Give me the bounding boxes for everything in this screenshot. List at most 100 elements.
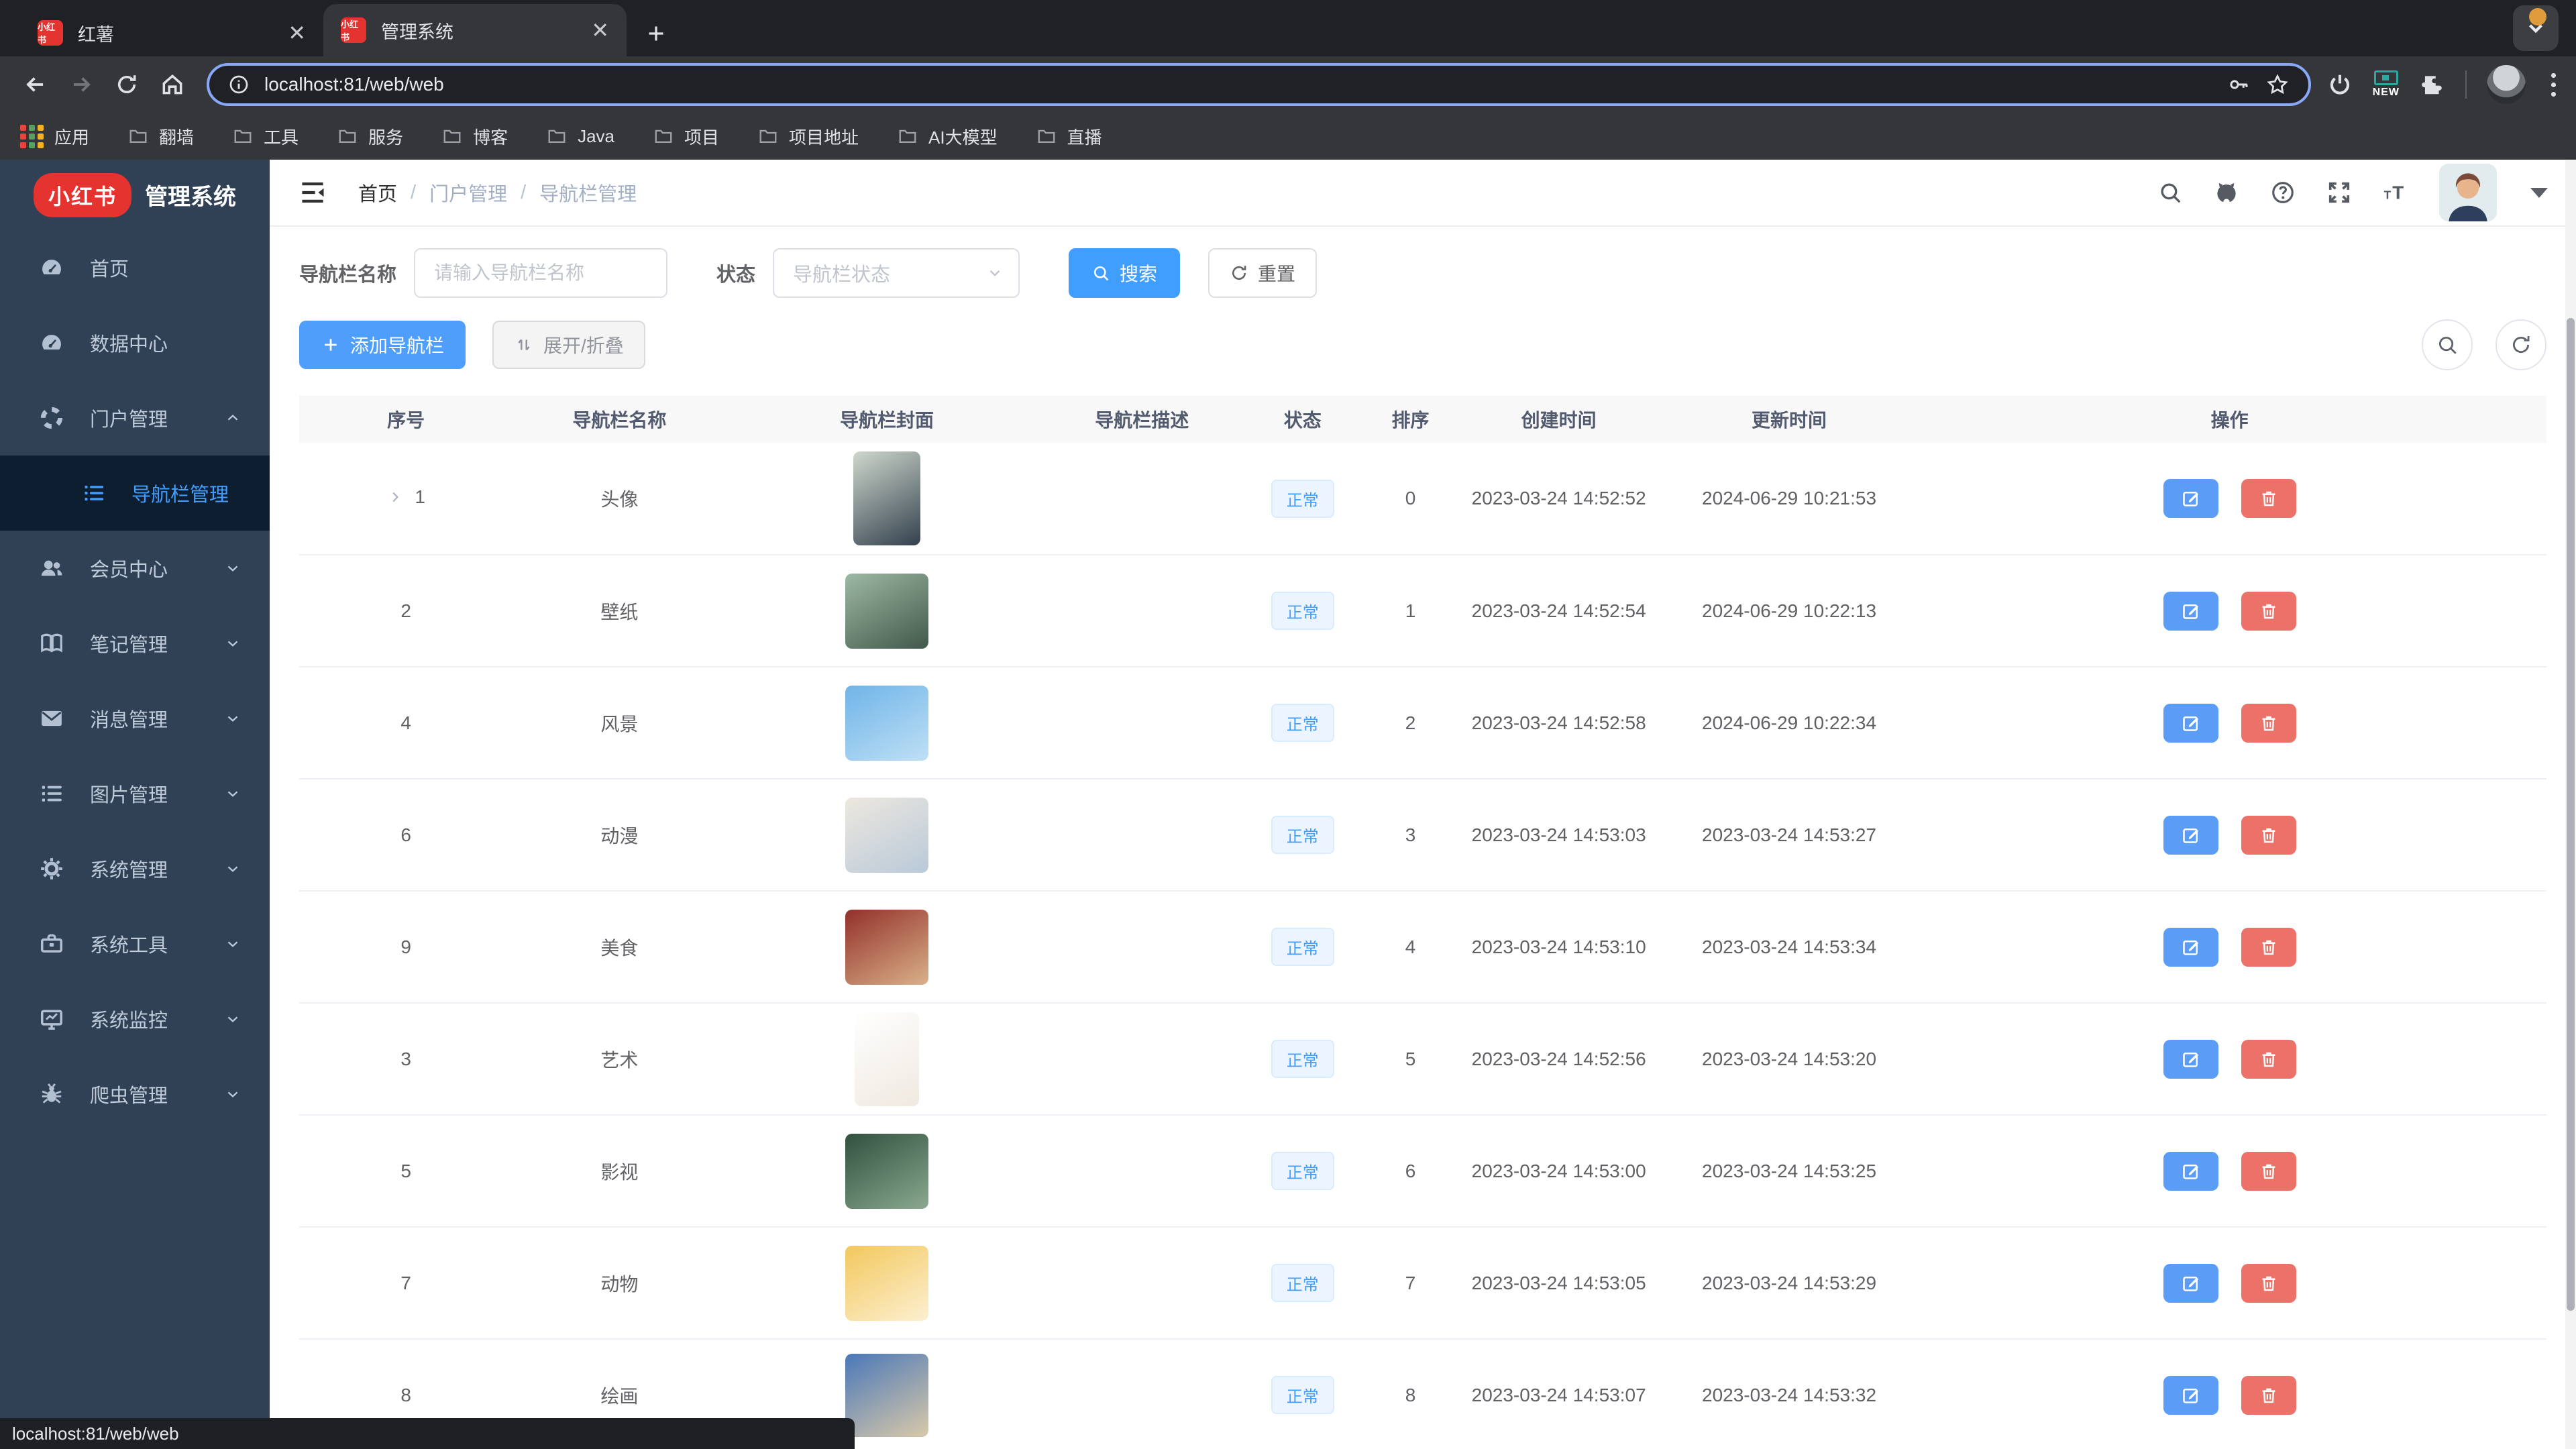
- url-text[interactable]: localhost:81/web/web: [264, 74, 2212, 95]
- edit-button[interactable]: [2163, 1040, 2218, 1079]
- delete-button[interactable]: [2241, 592, 2296, 631]
- anime-image[interactable]: [845, 798, 928, 873]
- row-expand-icon[interactable]: [386, 488, 404, 506]
- github-icon[interactable]: [2214, 180, 2239, 205]
- window-control-button[interactable]: [2513, 5, 2559, 51]
- bookmark-apps[interactable]: 应用: [20, 124, 89, 149]
- chevron-down-icon: [986, 264, 1004, 282]
- bookmark-folder-3[interactable]: 服务: [337, 124, 403, 149]
- sidebar-item-monitor[interactable]: 系统监控: [0, 981, 270, 1057]
- search-button[interactable]: 搜索: [1069, 248, 1180, 298]
- delete-button[interactable]: [2241, 704, 2296, 743]
- page-scrollbar[interactable]: [2565, 160, 2576, 1449]
- bookmark-folder-5[interactable]: Java: [547, 124, 614, 149]
- forward-button[interactable]: [60, 64, 102, 105]
- browser-menu-icon[interactable]: [2546, 73, 2561, 97]
- row-name: 影视: [513, 1115, 726, 1227]
- edit-button[interactable]: [2163, 704, 2218, 743]
- table-refresh-icon-button[interactable]: [2496, 319, 2546, 370]
- fullscreen-icon[interactable]: [2326, 180, 2352, 205]
- food-photo[interactable]: [845, 910, 928, 985]
- sidebar-collapse-icon[interactable]: [298, 178, 327, 207]
- site-info-icon[interactable]: [228, 74, 250, 95]
- browser-profile-avatar[interactable]: [2487, 65, 2526, 104]
- address-bar[interactable]: localhost:81/web/web: [207, 63, 2311, 106]
- bookmark-folder-9[interactable]: 直播: [1036, 124, 1102, 149]
- tab-close-icon[interactable]: ✕: [591, 19, 609, 41]
- new-extension-icon[interactable]: NEW: [2373, 70, 2400, 99]
- breadcrumb: 首页/门户管理/导航栏管理: [358, 178, 637, 207]
- breadcrumb-item-2[interactable]: 门户管理: [429, 178, 507, 207]
- scenery-photo[interactable]: [845, 686, 928, 761]
- movie-image[interactable]: [845, 1134, 928, 1209]
- new-tab-button[interactable]: [644, 21, 668, 46]
- breadcrumb-item-1[interactable]: 首页: [358, 178, 397, 207]
- edit-button[interactable]: [2163, 592, 2218, 631]
- browser-tab-admin[interactable]: 小红书 管理系统 ✕: [323, 4, 627, 56]
- font-size-icon[interactable]: TT: [2383, 180, 2408, 205]
- browser-tab-hongshu[interactable]: 小红书 红薯 ✕: [20, 9, 323, 56]
- sidebar-item-tools[interactable]: 系统工具: [0, 906, 270, 981]
- sidebar-item-data-center[interactable]: 数据中心: [0, 305, 270, 380]
- edit-button[interactable]: [2163, 1376, 2218, 1415]
- sidebar-item-notes[interactable]: 笔记管理: [0, 606, 270, 681]
- delete-button[interactable]: [2241, 479, 2296, 518]
- bookmark-folder-4[interactable]: 博客: [442, 124, 508, 149]
- bookmark-folder-8[interactable]: AI大模型: [898, 124, 998, 149]
- sidebar-item-messages[interactable]: 消息管理: [0, 681, 270, 756]
- search-icon[interactable]: [2157, 180, 2183, 205]
- table-row: 7 动物 正常 7 2023-03-24 14:53:05 2023-03-24…: [299, 1227, 2546, 1339]
- sidebar-item-home[interactable]: 首页: [0, 230, 270, 305]
- scrollbar-thumb[interactable]: [2567, 318, 2575, 1311]
- password-key-icon[interactable]: [2226, 72, 2251, 97]
- animal-photo[interactable]: [845, 1246, 928, 1321]
- folder-icon: [547, 126, 567, 146]
- avatar-photo[interactable]: [853, 451, 920, 545]
- delete-button[interactable]: [2241, 1152, 2296, 1191]
- wallpaper-photo[interactable]: [845, 574, 928, 649]
- help-icon[interactable]: [2270, 180, 2296, 205]
- delete-button[interactable]: [2241, 1264, 2296, 1303]
- sidebar-item-spider[interactable]: 爬虫管理: [0, 1057, 270, 1132]
- reset-button[interactable]: 重置: [1208, 248, 1317, 298]
- sidebar-item-images[interactable]: 图片管理: [0, 756, 270, 831]
- bookmark-folder-1[interactable]: 翻墙: [128, 124, 194, 149]
- logo-title: 管理系统: [145, 178, 236, 211]
- bookmark-folder-2[interactable]: 工具: [233, 124, 299, 149]
- home-button[interactable]: [152, 64, 193, 105]
- sidebar-item-portal[interactable]: 门户管理: [0, 380, 270, 455]
- extensions-puzzle-icon[interactable]: [2420, 72, 2445, 97]
- status-badge: 正常: [1271, 480, 1334, 518]
- avatar-caret-icon[interactable]: [2530, 188, 2548, 198]
- edit-button[interactable]: [2163, 479, 2218, 518]
- bookmark-star-icon[interactable]: [2265, 72, 2290, 97]
- art-drawing[interactable]: [855, 1012, 919, 1106]
- edit-button[interactable]: [2163, 1152, 2218, 1191]
- expand-collapse-button[interactable]: 展开/折叠: [492, 321, 645, 369]
- power-extension-icon[interactable]: [2327, 72, 2353, 97]
- delete-button[interactable]: [2241, 816, 2296, 855]
- add-nav-button[interactable]: 添加导航栏: [299, 321, 466, 369]
- sidebar-item-label: 系统管理: [90, 855, 199, 883]
- delete-button[interactable]: [2241, 1376, 2296, 1415]
- sidebar-item-system[interactable]: 系统管理: [0, 831, 270, 906]
- edit-button[interactable]: [2163, 928, 2218, 967]
- edit-button[interactable]: [2163, 816, 2218, 855]
- tab-close-icon[interactable]: ✕: [288, 22, 306, 44]
- painting-image[interactable]: [845, 1354, 928, 1437]
- user-avatar[interactable]: [2439, 164, 2497, 221]
- bookmark-folder-6[interactable]: 项目: [653, 124, 719, 149]
- sidebar-item-label: 消息管理: [90, 704, 199, 733]
- back-button[interactable]: [15, 64, 56, 105]
- delete-button[interactable]: [2241, 928, 2296, 967]
- table-search-icon-button[interactable]: [2422, 319, 2473, 370]
- nav-name-input[interactable]: [414, 248, 667, 298]
- delete-button[interactable]: [2241, 1040, 2296, 1079]
- status-url-bubble: localhost:81/web/web: [0, 1418, 855, 1449]
- edit-button[interactable]: [2163, 1264, 2218, 1303]
- sidebar-subitem-nav-manage[interactable]: 导航栏管理: [0, 455, 270, 531]
- reload-button[interactable]: [106, 64, 148, 105]
- status-select[interactable]: 导航栏状态: [773, 248, 1020, 298]
- bookmark-folder-7[interactable]: 项目地址: [758, 124, 859, 149]
- sidebar-item-member-center[interactable]: 会员中心: [0, 531, 270, 606]
